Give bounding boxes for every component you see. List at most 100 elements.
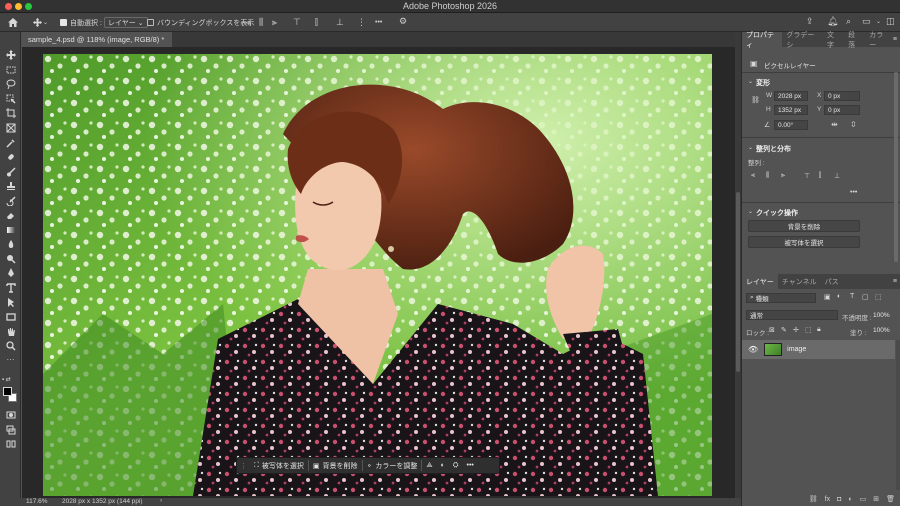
lock-artboard-icon[interactable]: ⬚: [805, 326, 812, 334]
align-right-icon[interactable]: ⫸: [781, 172, 785, 180]
filter-type-icon[interactable]: T: [850, 293, 854, 300]
blend-mode-select[interactable]: 通常: [746, 310, 838, 320]
tab-channels[interactable]: チャンネル: [778, 274, 821, 289]
workspace-icon[interactable]: ▭: [862, 17, 871, 26]
object-selection-tool-icon[interactable]: [4, 93, 17, 104]
bounding-box-checkbox[interactable]: [147, 19, 154, 26]
tab-character[interactable]: 文字: [823, 32, 844, 49]
new-layer-icon[interactable]: ⊞: [873, 495, 879, 503]
align-top-icon[interactable]: ⊤: [804, 172, 810, 180]
lock-all-icon[interactable]: 🔒︎: [817, 326, 821, 334]
path-selection-tool-icon[interactable]: [4, 297, 17, 308]
document-info[interactable]: 2028 px x 1352 px (144 ppi): [62, 498, 143, 505]
select-subject-panel-button[interactable]: 被写体を選択: [748, 236, 860, 248]
zoom-tool-icon[interactable]: [4, 340, 17, 351]
chevron-down-icon[interactable]: ⌄: [876, 18, 881, 27]
transform-icon[interactable]: ⟁: [422, 458, 436, 473]
adjustment-layer-icon[interactable]: ◐: [848, 496, 852, 503]
x-field[interactable]: 0 px: [824, 91, 860, 101]
tab-paragraph[interactable]: 段落: [844, 32, 865, 49]
zoom-level[interactable]: 117.6%: [26, 498, 48, 505]
filter-pixel-icon[interactable]: ▣: [824, 293, 831, 301]
marquee-tool-icon[interactable]: [4, 64, 17, 75]
align-distribute-header[interactable]: 整列と分布: [756, 144, 791, 154]
angle-field[interactable]: 0.00°: [774, 120, 808, 130]
properties-scrollbar[interactable]: [894, 72, 898, 262]
swap-colors-icon[interactable]: ▪ ⇄: [2, 376, 19, 383]
tab-color[interactable]: カラー: [865, 32, 893, 49]
home-icon[interactable]: [8, 18, 18, 29]
quick-actions-header[interactable]: クイック操作: [756, 208, 798, 218]
bounding-box-option[interactable]: バウンディングボックスを表示: [147, 17, 254, 28]
type-tool-icon[interactable]: [4, 282, 17, 293]
fill-field[interactable]: 100%: [870, 325, 894, 335]
scrollbar-thumb[interactable]: [736, 192, 740, 372]
layer-effects-icon[interactable]: fx: [825, 496, 830, 503]
dodge-tool-icon[interactable]: [4, 253, 17, 264]
layers-scrollbar[interactable]: [896, 340, 900, 490]
blur-tool-icon[interactable]: [4, 238, 17, 249]
chevron-down-icon[interactable]: ⌄: [748, 144, 753, 151]
opacity-field[interactable]: 100%: [870, 310, 894, 320]
more-options-button[interactable]: •••: [375, 18, 382, 27]
align-left-icon[interactable]: ⫷: [246, 18, 251, 27]
chevron-down-icon[interactable]: ⌄: [748, 78, 753, 85]
align-top-icon[interactable]: ⊤: [293, 18, 301, 27]
remove-background-panel-button[interactable]: 背景を削除: [748, 220, 860, 232]
brush-tool-icon[interactable]: [4, 166, 17, 177]
chevron-down-icon[interactable]: ⌄: [748, 208, 753, 215]
filter-shape-icon[interactable]: ▢: [862, 293, 869, 301]
move-tool-icon[interactable]: [33, 18, 42, 29]
share-icon[interactable]: ⇪: [806, 17, 814, 26]
move-tool-icon[interactable]: [4, 49, 17, 60]
search-icon[interactable]: ⌕: [846, 17, 851, 26]
screen-mode-icon[interactable]: [4, 424, 17, 435]
more-tools-icon[interactable]: ···: [4, 354, 17, 365]
crop-tool-icon[interactable]: [4, 107, 17, 118]
filter-adjustment-icon[interactable]: ◐: [837, 293, 841, 300]
canvas-area[interactable]: ⋮ ⛶ 被写体を選択 ▣ 背景を削除 ⚬ カラーを調整 ⟁ ◐ ⛭ •••: [22, 47, 735, 498]
y-field[interactable]: 0 px: [824, 105, 860, 115]
eraser-tool-icon[interactable]: [4, 209, 17, 220]
eye-icon[interactable]: 👁︎: [748, 345, 758, 354]
transform-section-header[interactable]: 変形: [756, 78, 770, 88]
healing-brush-tool-icon[interactable]: [4, 151, 17, 162]
gradient-tool-icon[interactable]: [4, 224, 17, 235]
taskbar-more-button[interactable]: •••: [463, 458, 478, 473]
generative-fill-icon[interactable]: ⛭: [449, 458, 463, 473]
document-tab[interactable]: sample_4.psd @ 118% (image, RGB/8) *: [22, 32, 172, 47]
align-hcenter-icon[interactable]: ⫼: [766, 172, 769, 180]
align-vcenter-icon[interactable]: ⫿: [315, 18, 318, 27]
link-layers-icon[interactable]: ⛓: [809, 495, 818, 503]
layer-filter-select[interactable]: ⌕ 種類: [746, 293, 816, 303]
document-image[interactable]: [43, 54, 712, 496]
chevron-right-icon[interactable]: ›: [160, 497, 162, 504]
distribute-icon[interactable]: ⋮: [357, 18, 366, 27]
clone-stamp-tool-icon[interactable]: [4, 180, 17, 191]
quick-mask-icon[interactable]: [4, 409, 17, 420]
width-field[interactable]: 2028 px: [774, 91, 808, 101]
add-mask-icon[interactable]: ◘: [837, 496, 841, 503]
lasso-tool-icon[interactable]: [4, 78, 17, 89]
align-right-icon[interactable]: ⫸: [272, 18, 277, 27]
remove-background-button[interactable]: ▣ 背景を削除: [309, 458, 362, 473]
select-subject-button[interactable]: ⛶ 被写体を選択: [250, 458, 308, 473]
tab-gradients[interactable]: グラデーシ: [782, 32, 823, 49]
taskbar-grip-icon[interactable]: ⋮: [237, 462, 250, 470]
height-field[interactable]: 1352 px: [774, 105, 808, 115]
auto-select-option[interactable]: 自動選択 :: [60, 17, 102, 28]
align-more-button[interactable]: •••: [850, 189, 857, 196]
layer-name[interactable]: image: [787, 346, 806, 353]
layers-panel-menu-icon[interactable]: ≡: [893, 278, 900, 285]
eyedropper-tool-icon[interactable]: [4, 137, 17, 148]
tab-paths[interactable]: パス: [821, 274, 843, 289]
history-brush-tool-icon[interactable]: [4, 195, 17, 206]
flip-vertical-icon[interactable]: ⇳: [850, 120, 857, 129]
discover-icon[interactable]: ◫: [886, 17, 895, 26]
filter-smart-object-icon[interactable]: ⬚: [875, 293, 882, 301]
trash-icon[interactable]: 🗑︎: [886, 495, 895, 503]
tab-properties[interactable]: プロパティ: [742, 32, 783, 49]
frame-tool-icon[interactable]: [4, 122, 17, 133]
rectangle-tool-icon[interactable]: [4, 311, 17, 322]
new-group-icon[interactable]: ▭: [860, 495, 867, 503]
